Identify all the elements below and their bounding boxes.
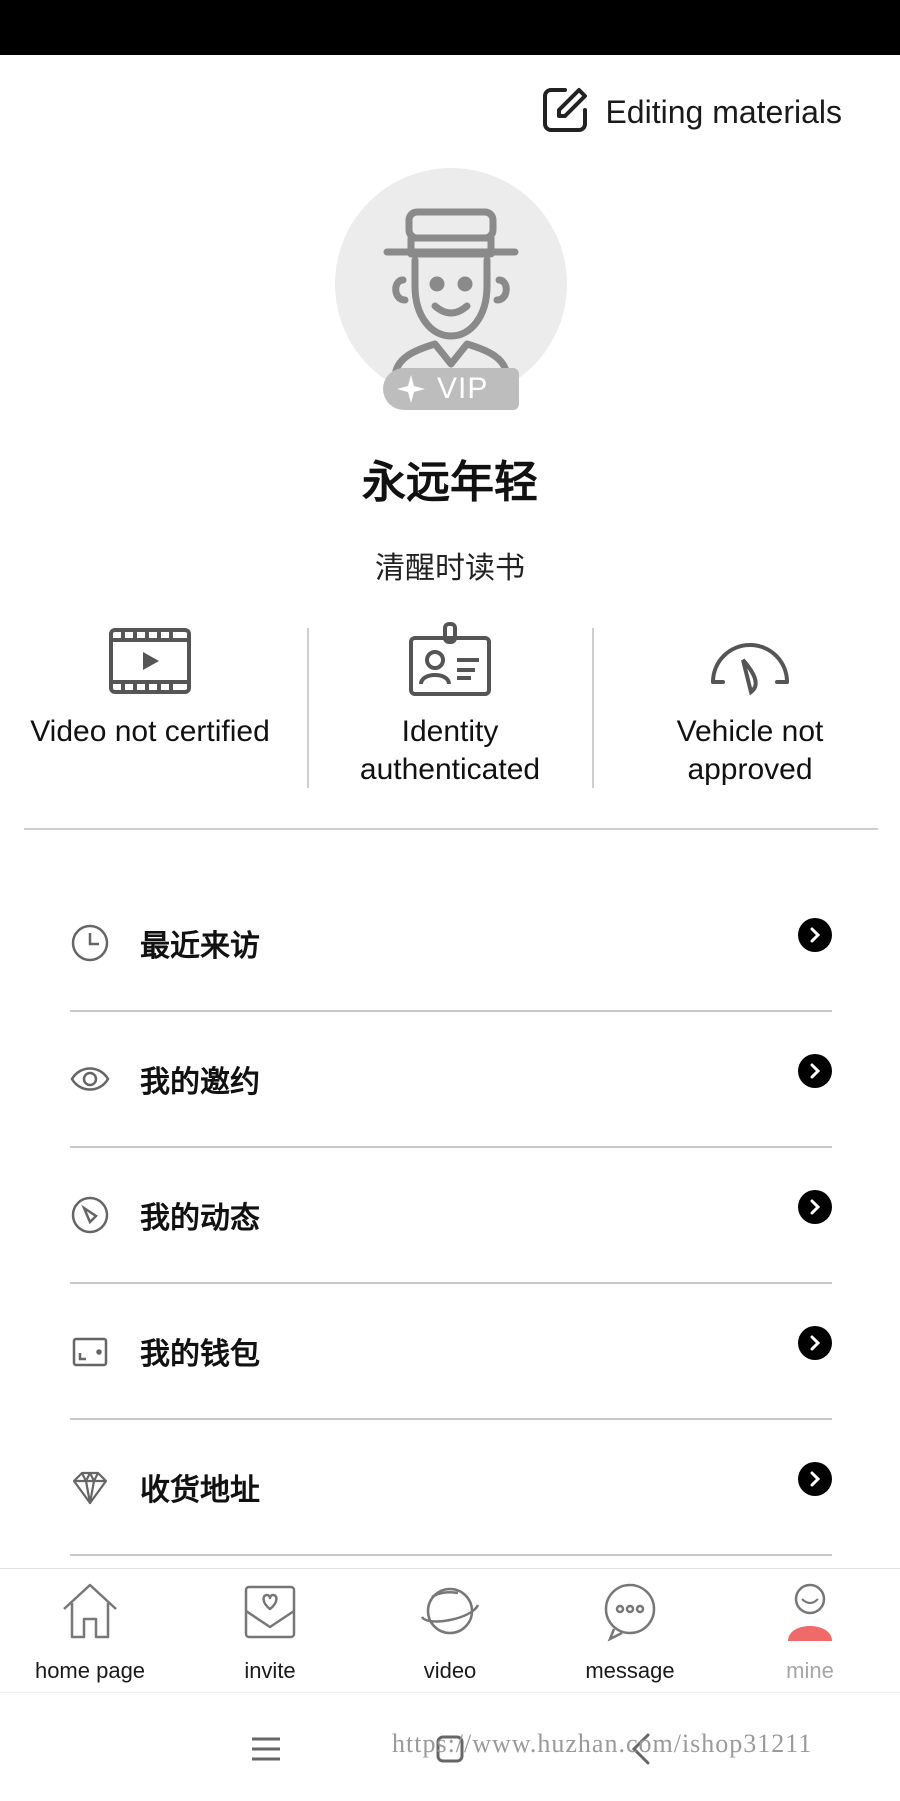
cert-identity[interactable]: Identity authenticated <box>300 620 600 790</box>
invite-icon <box>238 1579 302 1648</box>
chat-icon <box>598 1579 662 1648</box>
system-nav-bar: https://www.huzhan.com/ishop31211 <box>0 1692 900 1801</box>
menu-item-my-wallet[interactable]: 我的钱包 <box>70 1284 832 1420</box>
menu-item-label: 我的邀约 <box>140 1066 260 1099</box>
status-bar <box>0 0 900 55</box>
menu-icon[interactable] <box>246 1729 286 1769</box>
menu-item-my-moments[interactable]: 我的动态 <box>70 1148 832 1284</box>
avatar[interactable]: VIP <box>335 168 567 410</box>
menu-item-my-invitations[interactable]: 我的邀约 <box>70 1012 832 1148</box>
wallet-icon <box>70 1331 110 1371</box>
home-icon <box>58 1579 122 1648</box>
vip-badge: VIP <box>383 368 519 410</box>
section-divider <box>24 828 878 830</box>
cert-vehicle[interactable]: Vehicle not approved <box>600 620 900 790</box>
certification-row: Video not certified Identity authenticat… <box>0 620 900 790</box>
tab-label: invite <box>244 1658 296 1683</box>
eye-icon <box>70 1059 110 1099</box>
menu-item-recent-visitors[interactable]: 最近来访 <box>70 876 832 1012</box>
tab-mine[interactable]: mine <box>720 1569 900 1693</box>
tab-label: mine <box>786 1658 834 1683</box>
tab-label: message <box>585 1658 675 1683</box>
menu-item-label: 我的动态 <box>140 1202 260 1235</box>
menu-item-label: 最近来访 <box>140 930 260 963</box>
sparkle-icon <box>397 375 425 403</box>
cert-divider <box>307 628 309 788</box>
watermark-text: https://www.huzhan.com/ishop31211 <box>392 1729 813 1758</box>
signature: 清醒时读书 <box>375 552 525 585</box>
chevron-right-icon <box>798 1190 832 1224</box>
edit-materials-button[interactable]: Editing materials <box>539 84 842 140</box>
person-icon <box>778 1579 842 1648</box>
tab-label: home page <box>34 1658 146 1683</box>
diamond-icon <box>70 1467 110 1507</box>
bottom-tab-bar: home page invite video message mine <box>0 1568 900 1693</box>
cert-identity-label: Identity authenticated <box>359 715 541 786</box>
menu-list: 最近来访 我的邀约 我的动态 我的钱包 收货地址 <box>70 876 832 1556</box>
avatar-image <box>335 168 567 400</box>
chevron-right-icon <box>798 1326 832 1360</box>
tab-video[interactable]: video <box>360 1569 540 1693</box>
nickname: 永远年轻 <box>362 458 538 507</box>
menu-item-shipping-address[interactable]: 收货地址 <box>70 1420 832 1556</box>
id-card-icon <box>405 620 495 705</box>
video-icon <box>105 620 195 705</box>
tab-label: video <box>423 1658 477 1683</box>
cert-divider <box>592 628 594 788</box>
clock-icon <box>70 923 110 963</box>
chevron-right-icon <box>798 1054 832 1088</box>
cert-video-label: Video not certified <box>30 715 270 748</box>
tab-home[interactable]: home page <box>0 1569 180 1693</box>
menu-item-label: 收货地址 <box>140 1474 260 1507</box>
planet-icon <box>418 1579 482 1648</box>
cert-vehicle-label: Vehicle not approved <box>676 715 824 786</box>
chevron-right-icon <box>798 918 832 952</box>
edit-materials-label: Editing materials <box>605 93 842 130</box>
dashboard-icon <box>705 620 795 705</box>
menu-item-label: 我的钱包 <box>140 1338 260 1371</box>
chevron-right-icon <box>798 1462 832 1496</box>
vip-label: VIP <box>437 372 489 405</box>
cert-video[interactable]: Video not certified <box>0 620 300 790</box>
edit-icon <box>539 84 591 141</box>
tab-invite[interactable]: invite <box>180 1569 360 1693</box>
tab-message[interactable]: message <box>540 1569 720 1693</box>
compass-icon <box>70 1195 110 1235</box>
